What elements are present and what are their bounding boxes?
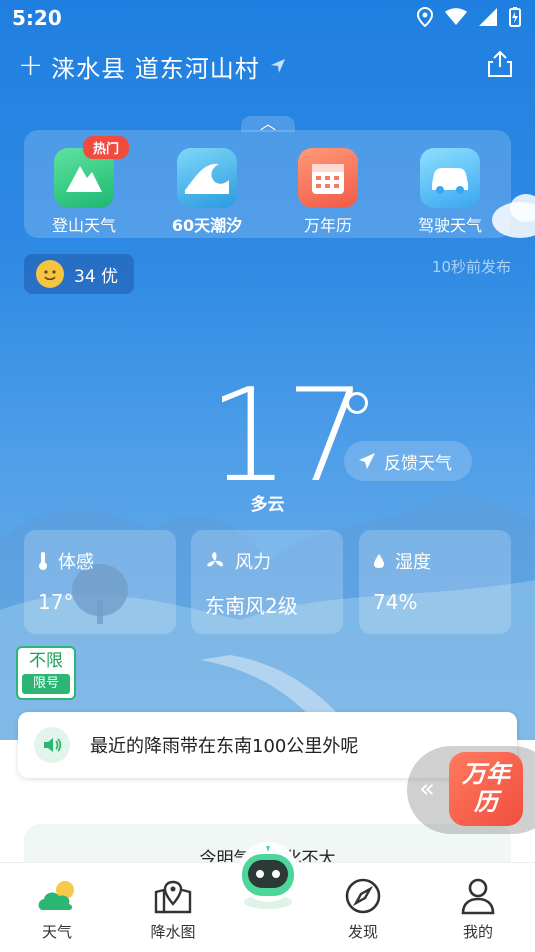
traffic-restriction-badge[interactable]: 不限 限号 <box>16 646 76 700</box>
restriction-label: 限号 <box>22 674 70 694</box>
locate-arrow-icon <box>270 59 285 73</box>
air-quality-badge[interactable]: 34 优 <box>24 254 134 294</box>
wave-icon <box>177 148 237 208</box>
user-icon <box>461 878 495 915</box>
calendar-floating-widget[interactable]: « 万年 历 <box>407 746 535 834</box>
wind-card[interactable]: 风力 东南风2级 <box>191 530 343 634</box>
tool-tide[interactable]: 60天潮汐 <box>157 148 257 236</box>
speaker-icon[interactable] <box>34 727 70 763</box>
weather-condition: 多云 <box>250 495 285 515</box>
calendar-icon <box>298 148 358 208</box>
calendar-badge-line2: 历 <box>474 788 498 816</box>
tab-label: 降水图 <box>150 923 196 941</box>
current-temperature: 17 <box>208 362 367 511</box>
add-city-icon[interactable]: + <box>18 51 43 81</box>
card-value: 17° <box>38 590 74 614</box>
location-name: 涞水县 道东河山村 <box>51 54 260 83</box>
share-icon[interactable] <box>487 50 513 78</box>
card-value: 74% <box>373 590 418 614</box>
card-title: 体感 <box>58 552 94 573</box>
status-bar: 5:20 <box>0 0 535 38</box>
status-time: 5:20 <box>12 6 62 30</box>
card-title: 湿度 <box>395 552 431 573</box>
rain-notice-text: 最近的降雨带在东南100公里外呢 <box>90 736 359 757</box>
car-icon <box>420 148 480 208</box>
tool-label: 登山天气 <box>51 216 116 235</box>
card-value: 东南风2级 <box>205 594 298 618</box>
tool-label: 万年历 <box>303 216 352 235</box>
tool-label: 驾驶天气 <box>417 216 482 235</box>
thermometer-icon <box>39 552 47 570</box>
weather-cloud-icon <box>38 881 74 910</box>
tab-label: 发现 <box>347 923 378 941</box>
humidity-card[interactable]: 湿度 74% <box>359 530 511 634</box>
tab-profile[interactable]: 我的 <box>438 875 518 942</box>
feels-like-card[interactable]: 体感 17° <box>24 530 176 634</box>
smiley-icon <box>36 260 64 288</box>
tab-label: 天气 <box>41 923 72 941</box>
aqi-value: 34 优 <box>74 266 119 287</box>
tool-driving-weather[interactable]: 驾驶天气 <box>400 148 500 236</box>
feedback-label: 反馈天气 <box>384 453 452 474</box>
card-title: 风力 <box>235 552 271 573</box>
signal-icon <box>479 8 497 26</box>
quick-tools-panel: 热门 登山天气 60天潮汐 万年历 驾驶天气 <box>24 130 511 238</box>
update-time: 10秒前发布 <box>431 258 511 276</box>
battery-icon <box>509 7 521 27</box>
hot-tag: 热门 <box>83 136 130 159</box>
tool-hiking-weather[interactable]: 热门 登山天气 <box>34 136 134 236</box>
restriction-status: 不限 <box>29 651 63 671</box>
calendar-app-icon[interactable]: 万年 历 <box>449 752 523 826</box>
tab-label: 我的 <box>462 923 493 941</box>
double-chevron-left-icon[interactable]: « <box>419 774 435 804</box>
calendar-badge-line1: 万年 <box>462 760 510 788</box>
location-selector[interactable]: + 涞水县 道东河山村 <box>18 48 286 84</box>
fan-icon <box>207 552 223 567</box>
tool-calendar[interactable]: 万年历 <box>278 148 378 236</box>
tab-discover[interactable]: 发现 <box>323 875 403 942</box>
location-status-icon <box>417 7 433 27</box>
wifi-icon <box>445 8 467 25</box>
tab-weather[interactable]: 天气 <box>17 875 97 942</box>
degree-symbol <box>346 392 368 414</box>
water-drop-icon <box>374 554 384 568</box>
feedback-weather-button[interactable]: 反馈天气 <box>344 441 472 481</box>
tab-precipitation-map[interactable]: 降水图 <box>133 875 213 942</box>
compass-icon <box>345 878 381 914</box>
assistant-mascot-icon[interactable] <box>236 838 300 910</box>
tool-label: 60天潮汐 <box>171 216 243 235</box>
map-pin-icon <box>154 880 192 914</box>
send-icon <box>359 453 375 469</box>
